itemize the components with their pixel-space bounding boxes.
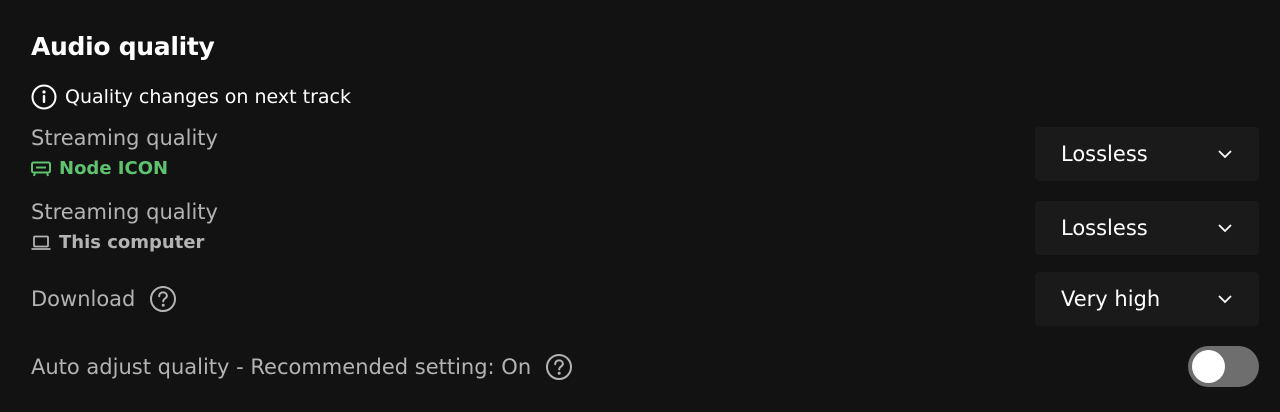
download-row: Download xyxy=(31,284,177,314)
device-name: This computer xyxy=(59,232,205,253)
chevron-down-icon xyxy=(1217,149,1233,159)
streaming-quality-computer-dropdown[interactable]: Lossless xyxy=(1035,201,1259,255)
auto-adjust-label: Auto adjust quality - Recommended settin… xyxy=(31,355,532,379)
auto-adjust-toggle[interactable] xyxy=(1188,346,1259,387)
section-title: Audio quality xyxy=(31,32,215,61)
info-icon xyxy=(31,84,57,110)
streaming-quality-label: Streaming quality xyxy=(31,126,218,150)
dropdown-value: Very high xyxy=(1061,287,1161,311)
download-quality-dropdown[interactable]: Very high xyxy=(1035,272,1259,326)
active-device-node-icon: Node ICON xyxy=(31,158,168,179)
help-icon[interactable] xyxy=(545,353,573,381)
chevron-down-icon xyxy=(1217,294,1233,304)
download-label: Download xyxy=(31,287,136,311)
dropdown-value: Lossless xyxy=(1061,216,1148,240)
chevron-down-icon xyxy=(1217,223,1233,233)
device-this-computer: This computer xyxy=(31,232,204,253)
notice-text: Quality changes on next track xyxy=(65,86,351,108)
laptop-icon xyxy=(31,234,51,252)
streaming-quality-label: Streaming quality xyxy=(31,200,218,224)
streaming-quality-node-dropdown[interactable]: Lossless xyxy=(1035,127,1259,181)
dropdown-value: Lossless xyxy=(1061,142,1148,166)
toggle-knob xyxy=(1192,350,1225,383)
auto-adjust-row: Auto adjust quality - Recommended settin… xyxy=(31,352,573,382)
speaker-device-icon xyxy=(31,160,51,178)
quality-notice: Quality changes on next track xyxy=(31,83,351,111)
audio-quality-settings: Audio quality Quality changes on next tr… xyxy=(0,0,1280,412)
device-name: Node ICON xyxy=(59,158,169,179)
help-icon[interactable] xyxy=(149,285,177,313)
